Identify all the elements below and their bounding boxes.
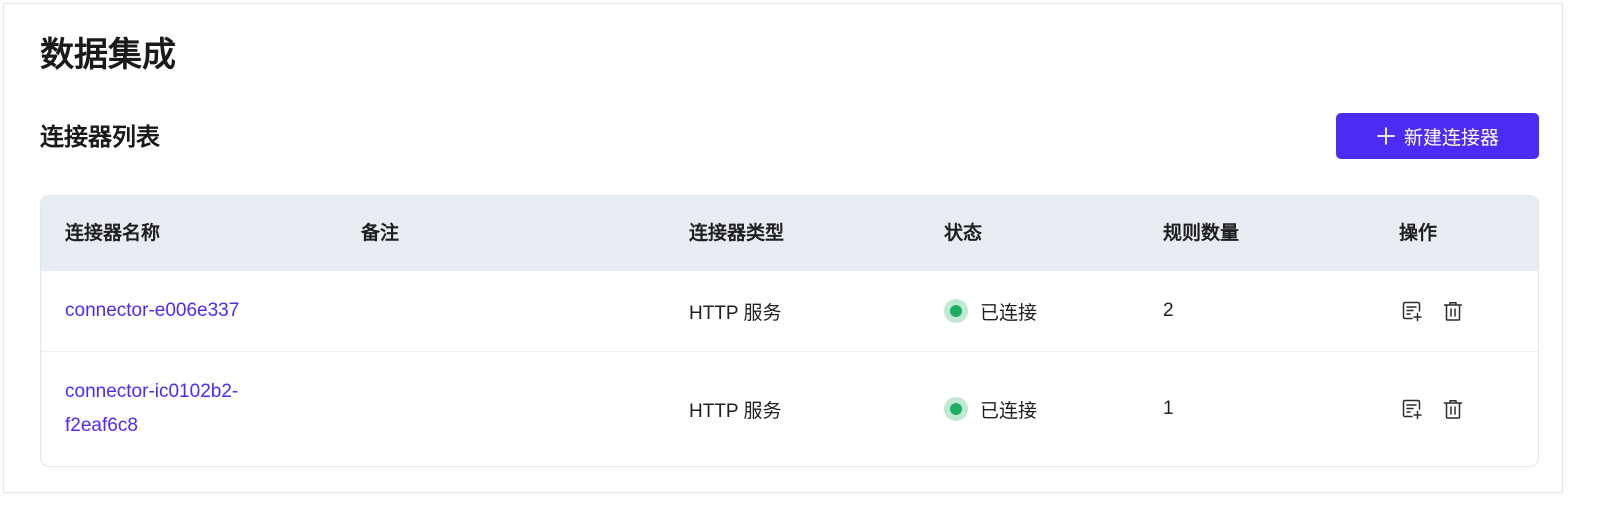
new-connector-button-label: 新建连接器 (1403, 127, 1499, 149)
header-rule-count: 规则数量 (1163, 223, 1240, 244)
connector-type-cell: HTTP 服务 (689, 302, 782, 324)
connector-name-cell: connector-e006e337 (65, 271, 239, 351)
connector-type-cell: HTTP 服务 (689, 400, 782, 422)
connector-name-text: connector-e006e337 (65, 300, 240, 321)
header-connector-type: 连接器类型 (689, 223, 785, 244)
plus-icon (1377, 127, 1395, 145)
connector-table: 连接器名称 备注 连接器类型 状态 规则数量 操作 connector-e006… (40, 195, 1539, 467)
trash-icon[interactable] (1440, 396, 1466, 422)
table-header: 连接器名称 备注 连接器类型 状态 规则数量 操作 (41, 196, 1538, 271)
document-add-icon[interactable] (1399, 396, 1425, 422)
connected-status-icon (944, 397, 968, 421)
header-actions: 操作 (1399, 223, 1438, 244)
table-row: connector-ic0102b2- f2eaf6c8 HTTP 服务 已连接… (41, 352, 1538, 466)
actions-cell (1399, 271, 1466, 351)
connector-name-cell: connector-ic0102b2- f2eaf6c8 (65, 352, 238, 466)
actions-cell (1399, 352, 1466, 466)
status-cell: 已连接 (944, 271, 1037, 351)
connector-name-link[interactable]: connector-ic0102b2- f2eaf6c8 (65, 375, 238, 443)
rule-count-cell: 2 (1163, 300, 1174, 321)
header-connector-name: 连接器名称 (65, 223, 161, 244)
status-cell: 已连接 (944, 352, 1037, 466)
section-title: 连接器列表 (40, 124, 160, 151)
table-row: connector-e006e337 HTTP 服务 已连接 2 (41, 271, 1538, 352)
trash-icon[interactable] (1440, 298, 1466, 324)
connector-name-link[interactable]: connector-e006e337 (65, 294, 239, 328)
status-text: 已连接 (980, 400, 1038, 422)
document-add-icon[interactable] (1399, 298, 1425, 324)
rule-count-cell: 1 (1163, 398, 1174, 419)
status-text: 已连接 (980, 302, 1038, 324)
page-container: 数据集成 连接器列表 新建连接器 连接器名称 备注 连接器类型 状态 规则数量 … (4, 4, 1562, 492)
page-title: 数据集成 (40, 36, 176, 74)
connector-name-text-line1: connector-ic0102b2- (65, 381, 239, 402)
new-connector-button[interactable]: 新建连接器 (1336, 113, 1539, 159)
header-status: 状态 (944, 223, 983, 244)
connected-status-icon (944, 299, 968, 323)
header-note: 备注 (361, 223, 400, 244)
connector-name-text-line2: f2eaf6c8 (65, 415, 138, 436)
